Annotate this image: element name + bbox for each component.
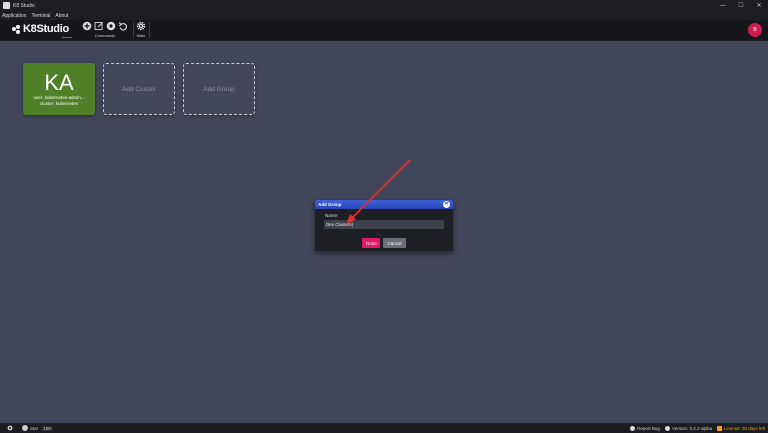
license-icon: [716, 425, 722, 431]
cluster-abbreviation: KA: [44, 70, 74, 95]
report-bug-text: Report Bug: [637, 425, 660, 431]
menu-bar: Application Terminal About: [0, 11, 768, 20]
report-bug-link[interactable]: Report Bug: [630, 425, 660, 431]
logo-underline: [62, 37, 72, 38]
commands-label: Commands: [94, 33, 116, 38]
toolbar-separator: [133, 22, 134, 38]
settings-gear-icon[interactable]: [7, 425, 13, 431]
status-right: Report Bug Version: 0.2.2-alpha License:…: [630, 423, 765, 433]
edit-icon[interactable]: [94, 21, 104, 31]
toolbar-separator: [149, 22, 150, 38]
logo-text: K8Studio: [23, 23, 69, 35]
group-name-input[interactable]: [324, 220, 444, 229]
dialog-header: Add Group ✕: [315, 200, 453, 209]
settings-icon[interactable]: [106, 21, 116, 31]
close-icon[interactable]: ✕: [443, 201, 450, 208]
maximize-button[interactable]: ☐: [732, 0, 750, 11]
menu-about[interactable]: About: [55, 13, 68, 19]
undo-icon[interactable]: [118, 21, 128, 31]
status-bar: Star 159 Report Bug Version: 0.2.2-alpha…: [0, 423, 768, 433]
dialog-title: Add Group: [318, 202, 342, 207]
version-info: Version: 0.2.2-alpha: [664, 425, 712, 431]
add-group-dialog: Add Group ✕ Name: Done Cancel: [315, 200, 453, 251]
cluster-name: cluster: kubernetes: [39, 101, 79, 106]
window-title: K8 Studio: [13, 2, 35, 9]
dialog-buttons: Done Cancel: [315, 238, 453, 248]
logo-icon: [12, 24, 21, 34]
commands-group: Commands: [82, 21, 128, 40]
toolbar: K8Studio Commands Main: [0, 20, 768, 41]
add-cluster-card[interactable]: Add Cluster: [103, 63, 175, 115]
license-text: License: 30 days left: [723, 425, 765, 431]
gear-icon[interactable]: [136, 21, 146, 31]
cancel-button[interactable]: Cancel: [383, 238, 406, 248]
main-label: Main: [136, 33, 146, 38]
bug-icon: [630, 425, 636, 431]
close-window-button[interactable]: ✕: [750, 0, 768, 11]
window-controls: — ☐ ✕: [714, 0, 768, 11]
done-button[interactable]: Done: [362, 238, 380, 248]
info-icon: [664, 425, 670, 431]
minimize-button[interactable]: —: [714, 0, 732, 11]
app-icon: [3, 2, 10, 9]
cluster-details: user: kubernetes-admin... cluster: kuber…: [23, 95, 95, 107]
cluster-card[interactable]: KA user: kubernetes-admin... cluster: ku…: [23, 63, 95, 115]
app-logo: K8Studio: [12, 23, 69, 35]
title-bar: K8 Studio — ☐ ✕: [0, 0, 768, 11]
github-icon: [22, 425, 28, 431]
version-text: Version: 0.2.2-alpha: [671, 425, 712, 431]
star-count: 159: [41, 425, 53, 431]
star-button[interactable]: Star: [30, 426, 38, 431]
name-label: Name:: [325, 213, 339, 218]
add-icon[interactable]: [82, 21, 92, 31]
menu-terminal[interactable]: Terminal: [31, 13, 50, 19]
license-info[interactable]: License: 30 days left: [716, 425, 765, 431]
add-group-card[interactable]: Add Group: [183, 63, 255, 115]
main-group: Main: [136, 21, 146, 40]
user-avatar[interactable]: B: [748, 23, 762, 37]
menu-application[interactable]: Application: [2, 13, 26, 19]
